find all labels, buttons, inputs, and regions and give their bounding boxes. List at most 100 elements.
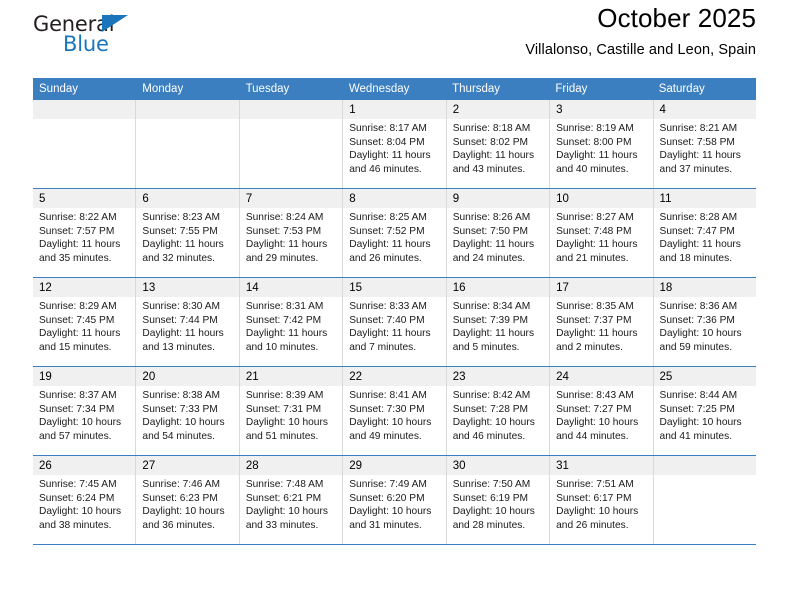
sunrise-text: Sunrise: 8:19 AM [556, 123, 634, 134]
calendar-day-cell-5[interactable]: 5 Sunrise: 8:22 AM Sunset: 7:57 PM Dayli… [33, 189, 137, 277]
daylight-text-line2: and 54 minutes. [142, 430, 215, 442]
day-number-band: 16 [446, 278, 550, 297]
daylight-text-line2: and 21 minutes. [556, 252, 629, 264]
sunrise-text: Sunrise: 8:27 AM [556, 212, 634, 223]
day-number-band: 10 [550, 189, 653, 208]
calendar-day-cell-6[interactable]: 6 Sunrise: 8:23 AM Sunset: 7:55 PM Dayli… [136, 189, 240, 277]
daylight-text-line2: and 57 minutes. [39, 430, 112, 442]
day-number-band: 19 [33, 367, 136, 386]
calendar-day-cell-1[interactable]: 1 Sunrise: 8:17 AM Sunset: 8:04 PM Dayli… [343, 100, 447, 188]
daylight-text-line1: Daylight: 11 hours [556, 239, 638, 251]
calendar-day-cell-8[interactable]: 8 Sunrise: 8:25 AM Sunset: 7:52 PM Dayli… [343, 189, 447, 277]
daylight-text-line2: and 59 minutes. [659, 341, 733, 353]
day-number-band: 2 [446, 100, 550, 119]
calendar-day-cell-20[interactable]: 20 Sunrise: 8:38 AM Sunset: 7:33 PM Dayl… [136, 367, 240, 455]
daylight-text-line2: and 13 minutes. [142, 341, 215, 353]
calendar-day-cell-25[interactable]: 25 Sunrise: 8:44 AM Sunset: 7:25 PM Dayl… [653, 367, 756, 455]
day-number-band: 7 [239, 189, 343, 208]
day-detail: Sunrise: 8:22 AM Sunset: 7:57 PM Dayligh… [33, 208, 135, 265]
sunrise-text: Sunrise: 8:23 AM [142, 212, 221, 223]
day-number: 13 [142, 282, 156, 294]
day-detail: Sunrise: 8:41 AM Sunset: 7:30 PM Dayligh… [343, 386, 445, 443]
sunset-text: Sunset: 7:58 PM [659, 136, 735, 148]
daylight-text-line1: Daylight: 11 hours [452, 239, 535, 251]
day-number: 6 [142, 193, 149, 205]
sunset-text: Sunset: 7:57 PM [39, 225, 115, 237]
calendar-week-row-3: 12 Sunrise: 8:29 AM Sunset: 7:45 PM Dayl… [33, 278, 756, 367]
logo-triangle-icon [102, 15, 128, 32]
daylight-text-line1: Daylight: 11 hours [142, 328, 224, 340]
calendar-day-cell-21[interactable]: 21 Sunrise: 8:39 AM Sunset: 7:31 PM Dayl… [239, 367, 344, 455]
daylight-text-line1: Daylight: 11 hours [245, 239, 328, 251]
daylight-text-line1: Daylight: 11 hours [349, 239, 431, 251]
calendar-day-cell-28[interactable]: 28 Sunrise: 7:48 AM Sunset: 6:21 PM Dayl… [239, 456, 344, 544]
day-number: 14 [245, 282, 259, 294]
calendar-day-cell-10[interactable]: 10 Sunrise: 8:27 AM Sunset: 7:48 PM Dayl… [550, 189, 654, 277]
daylight-text-line2: and 40 minutes. [556, 163, 629, 175]
daylight-text-line1: Daylight: 10 hours [349, 417, 432, 429]
daylight-text-line1: Daylight: 10 hours [452, 506, 535, 518]
calendar-day-cell-18[interactable]: 18 Sunrise: 8:36 AM Sunset: 7:36 PM Dayl… [653, 278, 756, 366]
calendar-day-cell-13[interactable]: 13 Sunrise: 8:30 AM Sunset: 7:44 PM Dayl… [136, 278, 240, 366]
sunset-text: Sunset: 7:44 PM [142, 314, 218, 326]
calendar-day-cell-19[interactable]: 19 Sunrise: 8:37 AM Sunset: 7:34 PM Dayl… [33, 367, 137, 455]
sunrise-text: Sunrise: 8:34 AM [452, 301, 531, 312]
calendar-day-cell-3[interactable]: 3 Sunrise: 8:19 AM Sunset: 8:00 PM Dayli… [550, 100, 654, 188]
day-number-band: 25 [653, 367, 756, 386]
calendar-day-cell-27[interactable]: 27 Sunrise: 7:46 AM Sunset: 6:23 PM Dayl… [136, 456, 240, 544]
sunrise-text: Sunrise: 8:43 AM [556, 390, 634, 401]
sunset-text: Sunset: 7:36 PM [659, 314, 735, 326]
day-detail [136, 119, 238, 122]
daylight-text-line2: and 46 minutes. [349, 163, 422, 175]
calendar-day-cell-empty [136, 100, 240, 188]
day-number-band: 27 [136, 456, 239, 475]
sunset-text: Sunset: 7:39 PM [452, 314, 529, 326]
day-detail: Sunrise: 7:50 AM Sunset: 6:19 PM Dayligh… [447, 475, 549, 532]
day-detail: Sunrise: 8:44 AM Sunset: 7:25 PM Dayligh… [654, 386, 756, 443]
calendar-day-cell-22[interactable]: 22 Sunrise: 8:41 AM Sunset: 7:30 PM Dayl… [343, 367, 447, 455]
calendar-day-cell-23[interactable]: 23 Sunrise: 8:42 AM Sunset: 7:28 PM Dayl… [446, 367, 551, 455]
sunrise-text: Sunrise: 7:50 AM [452, 479, 531, 490]
sunset-text: Sunset: 7:30 PM [349, 403, 425, 415]
day-number: 9 [452, 193, 460, 205]
day-number: 26 [39, 460, 52, 472]
calendar-day-cell-17[interactable]: 17 Sunrise: 8:35 AM Sunset: 7:37 PM Dayl… [550, 278, 654, 366]
calendar-day-cell-empty [239, 100, 344, 188]
day-detail: Sunrise: 8:27 AM Sunset: 7:48 PM Dayligh… [550, 208, 652, 265]
sunset-text: Sunset: 6:21 PM [245, 492, 322, 504]
calendar-week-row-1: 1 Sunrise: 8:17 AM Sunset: 8:04 PM Dayli… [33, 100, 756, 189]
calendar-day-cell-31[interactable]: 31 Sunrise: 7:51 AM Sunset: 6:17 PM Dayl… [550, 456, 654, 544]
daylight-text-line2: and 15 minutes. [39, 341, 112, 353]
day-number: 22 [349, 371, 363, 383]
daylight-text-line2: and 18 minutes. [659, 252, 733, 264]
calendar-day-cell-16[interactable]: 16 Sunrise: 8:34 AM Sunset: 7:39 PM Dayl… [446, 278, 551, 366]
day-number-band: 5 [33, 189, 136, 208]
calendar-day-cell-24[interactable]: 24 Sunrise: 8:43 AM Sunset: 7:27 PM Dayl… [550, 367, 654, 455]
calendar-day-cell-26[interactable]: 26 Sunrise: 7:45 AM Sunset: 6:24 PM Dayl… [33, 456, 137, 544]
sunrise-text: Sunrise: 8:17 AM [349, 123, 427, 134]
sunrise-text: Sunrise: 8:44 AM [659, 390, 738, 401]
day-number-band: 22 [343, 367, 446, 386]
calendar-day-cell-2[interactable]: 2 Sunrise: 8:18 AM Sunset: 8:02 PM Dayli… [446, 100, 551, 188]
calendar-day-cell-15[interactable]: 15 Sunrise: 8:33 AM Sunset: 7:40 PM Dayl… [343, 278, 447, 366]
calendar-day-cell-4[interactable]: 4 Sunrise: 8:21 AM Sunset: 7:58 PM Dayli… [653, 100, 756, 188]
calendar-day-cell-12[interactable]: 12 Sunrise: 8:29 AM Sunset: 7:45 PM Dayl… [33, 278, 137, 366]
calendar-day-cell-30[interactable]: 30 Sunrise: 7:50 AM Sunset: 6:19 PM Dayl… [446, 456, 551, 544]
daylight-text-line1: Daylight: 10 hours [452, 417, 535, 429]
day-detail: Sunrise: 8:25 AM Sunset: 7:52 PM Dayligh… [343, 208, 445, 265]
sunrise-text: Sunrise: 8:38 AM [142, 390, 221, 401]
calendar-day-cell-9[interactable]: 9 Sunrise: 8:26 AM Sunset: 7:50 PM Dayli… [446, 189, 551, 277]
calendar-weeks: 1 Sunrise: 8:17 AM Sunset: 8:04 PM Dayli… [33, 100, 756, 545]
sunrise-text: Sunrise: 8:33 AM [349, 301, 427, 312]
daylight-text-line2: and 31 minutes. [349, 519, 422, 531]
generalblue-logo[interactable]: General Blue [33, 12, 233, 68]
weekday-header-thursday: Thursday [452, 83, 501, 95]
sunset-text: Sunset: 7:48 PM [556, 225, 632, 237]
daylight-text-line1: Daylight: 11 hours [142, 239, 224, 251]
calendar-day-cell-29[interactable]: 29 Sunrise: 7:49 AM Sunset: 6:20 PM Dayl… [343, 456, 447, 544]
sunset-text: Sunset: 7:53 PM [245, 225, 322, 237]
calendar-day-cell-14[interactable]: 14 Sunrise: 8:31 AM Sunset: 7:42 PM Dayl… [239, 278, 344, 366]
calendar-day-cell-7[interactable]: 7 Sunrise: 8:24 AM Sunset: 7:53 PM Dayli… [239, 189, 344, 277]
day-number-band: 4 [653, 100, 756, 119]
calendar-day-cell-11[interactable]: 11 Sunrise: 8:28 AM Sunset: 7:47 PM Dayl… [653, 189, 756, 277]
